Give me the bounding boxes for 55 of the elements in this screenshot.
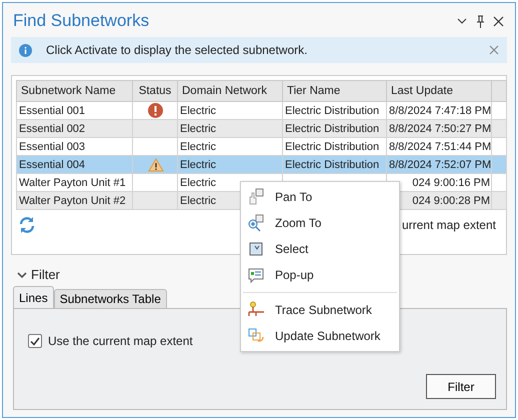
table-row[interactable]: Essential 004 Electric Electric Distribution 8/8/2024 7:52:07 PM xyxy=(16,156,506,174)
table-cell: 8/8/2024 7:52:07 PM xyxy=(389,158,492,170)
network-trace-icon xyxy=(247,301,265,319)
chevron-down-icon[interactable] xyxy=(17,272,27,278)
table-cell: 8/8/2024 7:50:27 PM xyxy=(389,122,492,134)
checkbox[interactable] xyxy=(28,334,42,348)
column-header[interactable]: Tier Name xyxy=(282,80,386,102)
table-cell: Walter Payton Unit #1 xyxy=(19,176,126,188)
table-cell: Electric Distribution xyxy=(285,104,380,116)
menu-item[interactable]: Pan To xyxy=(241,184,399,210)
menu-item[interactable]: Zoom To xyxy=(241,210,399,236)
checkbox-label: urrent map extent xyxy=(402,218,496,232)
network-update-icon xyxy=(247,327,265,345)
table-cell: Walter Payton Unit #2 xyxy=(19,194,126,206)
table-cell: 024 9:00:28 PM xyxy=(412,194,490,206)
table-cell: Electric xyxy=(180,158,216,170)
table-row[interactable]: Essential 002 Electric Electric Distribution 8/8/2024 7:50:27 PM xyxy=(16,120,506,138)
table-cell: Electric Distribution xyxy=(285,158,380,170)
popup-icon xyxy=(247,266,265,284)
select-map-icon xyxy=(247,240,265,258)
table-row[interactable]: Essential 003 Electric Electric Distribution 8/8/2024 7:51:44 PM xyxy=(16,138,506,156)
table-row[interactable]: Essential 001 Electric Electric Distribution 8/8/2024 7:47:18 PM xyxy=(16,102,506,120)
filter-button[interactable]: Filter xyxy=(426,374,496,399)
menu-item[interactable]: Select xyxy=(241,236,399,262)
column-header[interactable]: Subnetwork Name xyxy=(16,80,132,102)
table-cell: Essential 002 xyxy=(19,122,86,134)
table-cell: Electric Distribution xyxy=(285,140,380,152)
table-cell: Electric xyxy=(180,104,216,116)
refresh-icon[interactable] xyxy=(18,216,36,234)
tab[interactable]: Subnetworks Table xyxy=(54,289,167,308)
table-cell: Electric xyxy=(180,176,216,188)
menu-item[interactable]: Update Subnetwork xyxy=(241,323,399,349)
table-cell: Essential 003 xyxy=(19,140,86,152)
table-cell: Essential 004 xyxy=(19,158,86,170)
table-cell: Electric Distribution xyxy=(285,122,380,134)
info-icon xyxy=(19,44,32,56)
column-header[interactable]: Status xyxy=(132,80,178,102)
menu-item[interactable]: Trace Subnetwork xyxy=(241,297,399,323)
info-message: Click Activate to display the selected subnetwork. xyxy=(46,43,308,57)
table-cell: Electric xyxy=(180,122,216,134)
table-cell: 8/8/2024 7:47:18 PM xyxy=(389,104,492,116)
menu-item[interactable]: Pop-up xyxy=(241,262,399,288)
section-title: Filter xyxy=(31,267,60,282)
zoom-map-icon xyxy=(247,214,265,232)
hand-map-icon xyxy=(247,188,265,206)
tab[interactable]: Lines xyxy=(13,286,54,308)
column-header[interactable]: Last Update xyxy=(386,80,492,102)
column-header[interactable]: Domain Network xyxy=(178,80,282,102)
table-cell: Electric xyxy=(180,194,216,206)
window-title: Find Subnetworks xyxy=(13,11,150,31)
checkbox-label: Use the current map extent xyxy=(48,334,193,348)
table-cell: Essential 001 xyxy=(19,104,86,116)
table-cell: 8/8/2024 7:51:44 PM xyxy=(389,140,492,152)
table-cell: 024 9:00:16 PM xyxy=(412,176,490,188)
table-cell: Electric xyxy=(180,140,216,152)
